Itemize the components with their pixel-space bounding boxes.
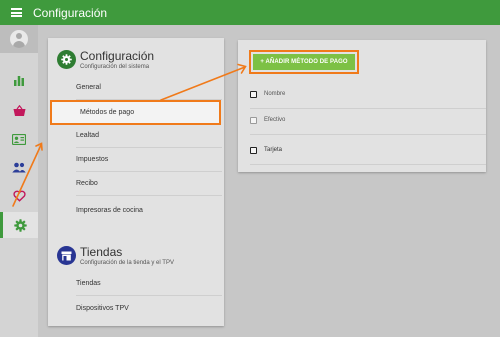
add-button-highlight: + AÑADIR MÉTODO DE PAGO — [249, 50, 359, 74]
heart-icon — [12, 190, 26, 202]
settings-panel: Configuración Configuración del sistema … — [48, 38, 224, 326]
config-section-subtitle: Configuración del sistema — [80, 64, 150, 70]
gear-icon — [14, 218, 27, 232]
row-divider — [250, 164, 486, 165]
payment-method-name: Tarjeta — [264, 147, 283, 153]
people-icon — [12, 162, 26, 172]
select-all-checkbox[interactable] — [250, 90, 257, 98]
bar-chart-icon — [14, 76, 24, 86]
tiendas-section-subtitle: Configuración de la tienda y el TPV — [80, 260, 174, 266]
contact-card-icon — [12, 133, 26, 145]
menu-item-dispositivos-tpv[interactable]: Dispositivos TPV — [76, 296, 222, 320]
app-title: Configuración — [33, 5, 108, 20]
basket-icon — [13, 105, 25, 116]
menu-item-tiendas[interactable]: Tiendas — [76, 272, 222, 296]
menu-item-metodos-de-pago[interactable]: Métodos de pago — [50, 100, 221, 125]
table-row[interactable]: Tarjeta — [250, 136, 486, 164]
nav-sales[interactable] — [0, 98, 38, 124]
settings-gear-icon — [57, 50, 76, 69]
config-section-title: Configuración — [80, 49, 155, 63]
nav-reports[interactable] — [0, 67, 38, 93]
tiendas-section-title: Tiendas — [80, 245, 123, 259]
nav-settings[interactable] — [0, 212, 38, 238]
column-header-nombre: Nombre — [264, 91, 286, 97]
nav-rail — [0, 25, 38, 337]
table-header-row: Nombre — [250, 80, 486, 108]
tiendas-section-header: Tiendas Configuración de la tienda y el … — [48, 238, 224, 274]
config-section-header: Configuración Configuración del sistema — [48, 42, 224, 78]
payment-method-name: Efectivo — [264, 117, 286, 123]
nav-loyalty[interactable] — [0, 183, 38, 209]
store-icon — [57, 246, 76, 265]
row-divider — [250, 134, 486, 135]
nav-customers[interactable] — [0, 126, 38, 152]
menu-item-recibo[interactable]: Recibo — [76, 172, 222, 196]
menu-item-impresoras[interactable]: Impresoras de cocina — [76, 198, 222, 222]
nav-employees[interactable] — [0, 154, 38, 180]
row-checkbox-tarjeta[interactable] — [250, 146, 257, 154]
menu-item-impuestos[interactable]: Impuestos — [76, 148, 222, 172]
hamburger-menu-icon[interactable] — [11, 8, 22, 17]
menu-item-lealtad[interactable]: Lealtad — [76, 124, 222, 148]
add-payment-method-button[interactable]: + AÑADIR MÉTODO DE PAGO — [253, 54, 355, 70]
row-checkbox-efectivo[interactable] — [250, 116, 257, 124]
avatar[interactable] — [10, 30, 28, 48]
top-bar: Configuración — [0, 0, 500, 25]
table-row[interactable]: Efectivo — [250, 106, 486, 134]
user-avatar-area[interactable] — [0, 25, 38, 53]
menu-item-general[interactable]: General — [76, 76, 222, 100]
